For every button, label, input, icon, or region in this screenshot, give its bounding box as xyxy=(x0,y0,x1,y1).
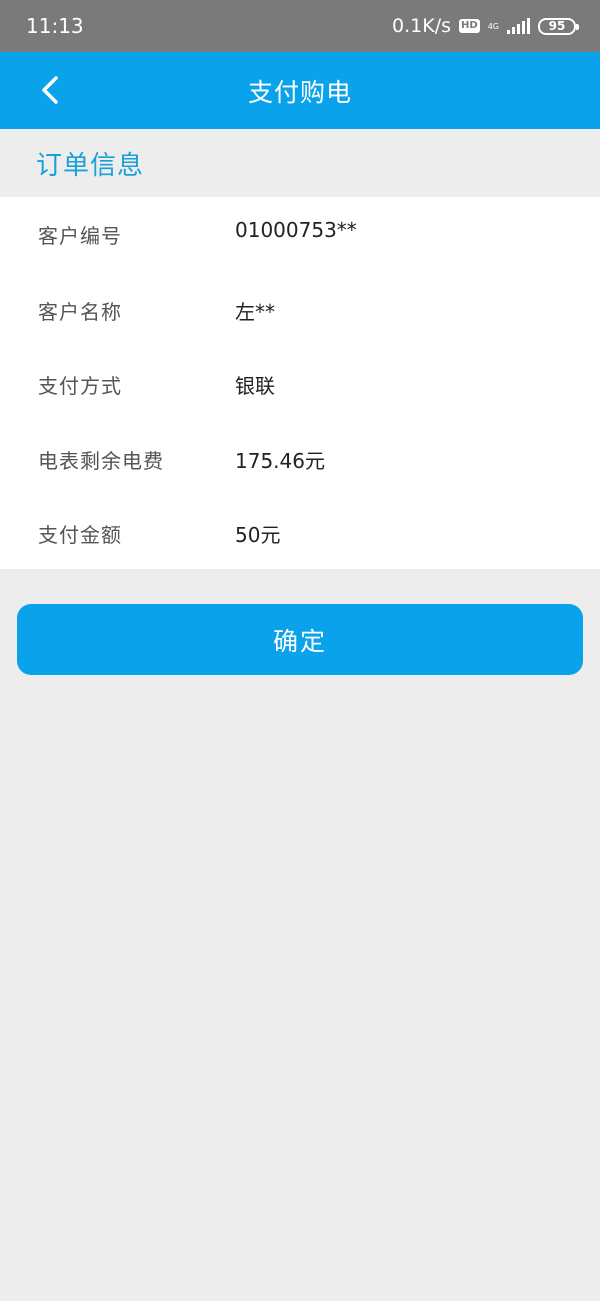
info-row-payment-method: 支付方式 银联 xyxy=(0,347,600,421)
info-label: 电表剩余电费 xyxy=(38,448,164,473)
info-label: 支付方式 xyxy=(38,373,122,398)
network-type-icon: 4G xyxy=(488,22,499,31)
confirm-button[interactable]: 确定 xyxy=(17,604,583,675)
app-bar: 支付购电 xyxy=(0,52,600,129)
status-bar: 11:13 0.1K/s HD 4G 95 xyxy=(0,0,600,52)
network-type-label: 4G xyxy=(487,21,499,31)
info-value: 175.46元 xyxy=(235,448,325,473)
battery-icon: 95 xyxy=(538,17,579,35)
status-time: 11:13 xyxy=(26,14,84,38)
info-value: 左** xyxy=(235,299,275,324)
info-value: 50元 xyxy=(235,522,281,547)
battery-level: 95 xyxy=(548,19,566,33)
info-row-payment-amount: 支付金额 50元 xyxy=(0,496,600,570)
section-title-order-info: 订单信息 xyxy=(0,129,600,197)
info-label: 客户编号 xyxy=(38,223,122,248)
order-info-card: 客户编号 01000753** 客户名称 左** 支付方式 银联 电表剩余电费 … xyxy=(0,197,600,569)
network-speed: 0.1K/s xyxy=(392,15,452,37)
info-label: 支付金额 xyxy=(38,522,122,547)
hd-icon: HD xyxy=(459,19,480,33)
info-row-customer-name: 客户名称 左** xyxy=(0,273,600,347)
info-row-customer-id: 客户编号 01000753** xyxy=(0,197,600,271)
status-indicators: 0.1K/s HD 4G 95 xyxy=(392,15,579,37)
signal-icon xyxy=(507,18,530,34)
info-value: 银联 xyxy=(235,373,275,398)
chevron-left-icon xyxy=(42,76,58,104)
info-label: 客户名称 xyxy=(38,299,122,324)
back-button[interactable] xyxy=(30,70,70,110)
info-row-meter-balance: 电表剩余电费 175.46元 xyxy=(0,422,600,496)
page-title: 支付购电 xyxy=(247,77,352,107)
section-title: 订单信息 xyxy=(36,150,145,181)
info-value: 01000753** xyxy=(235,218,357,242)
